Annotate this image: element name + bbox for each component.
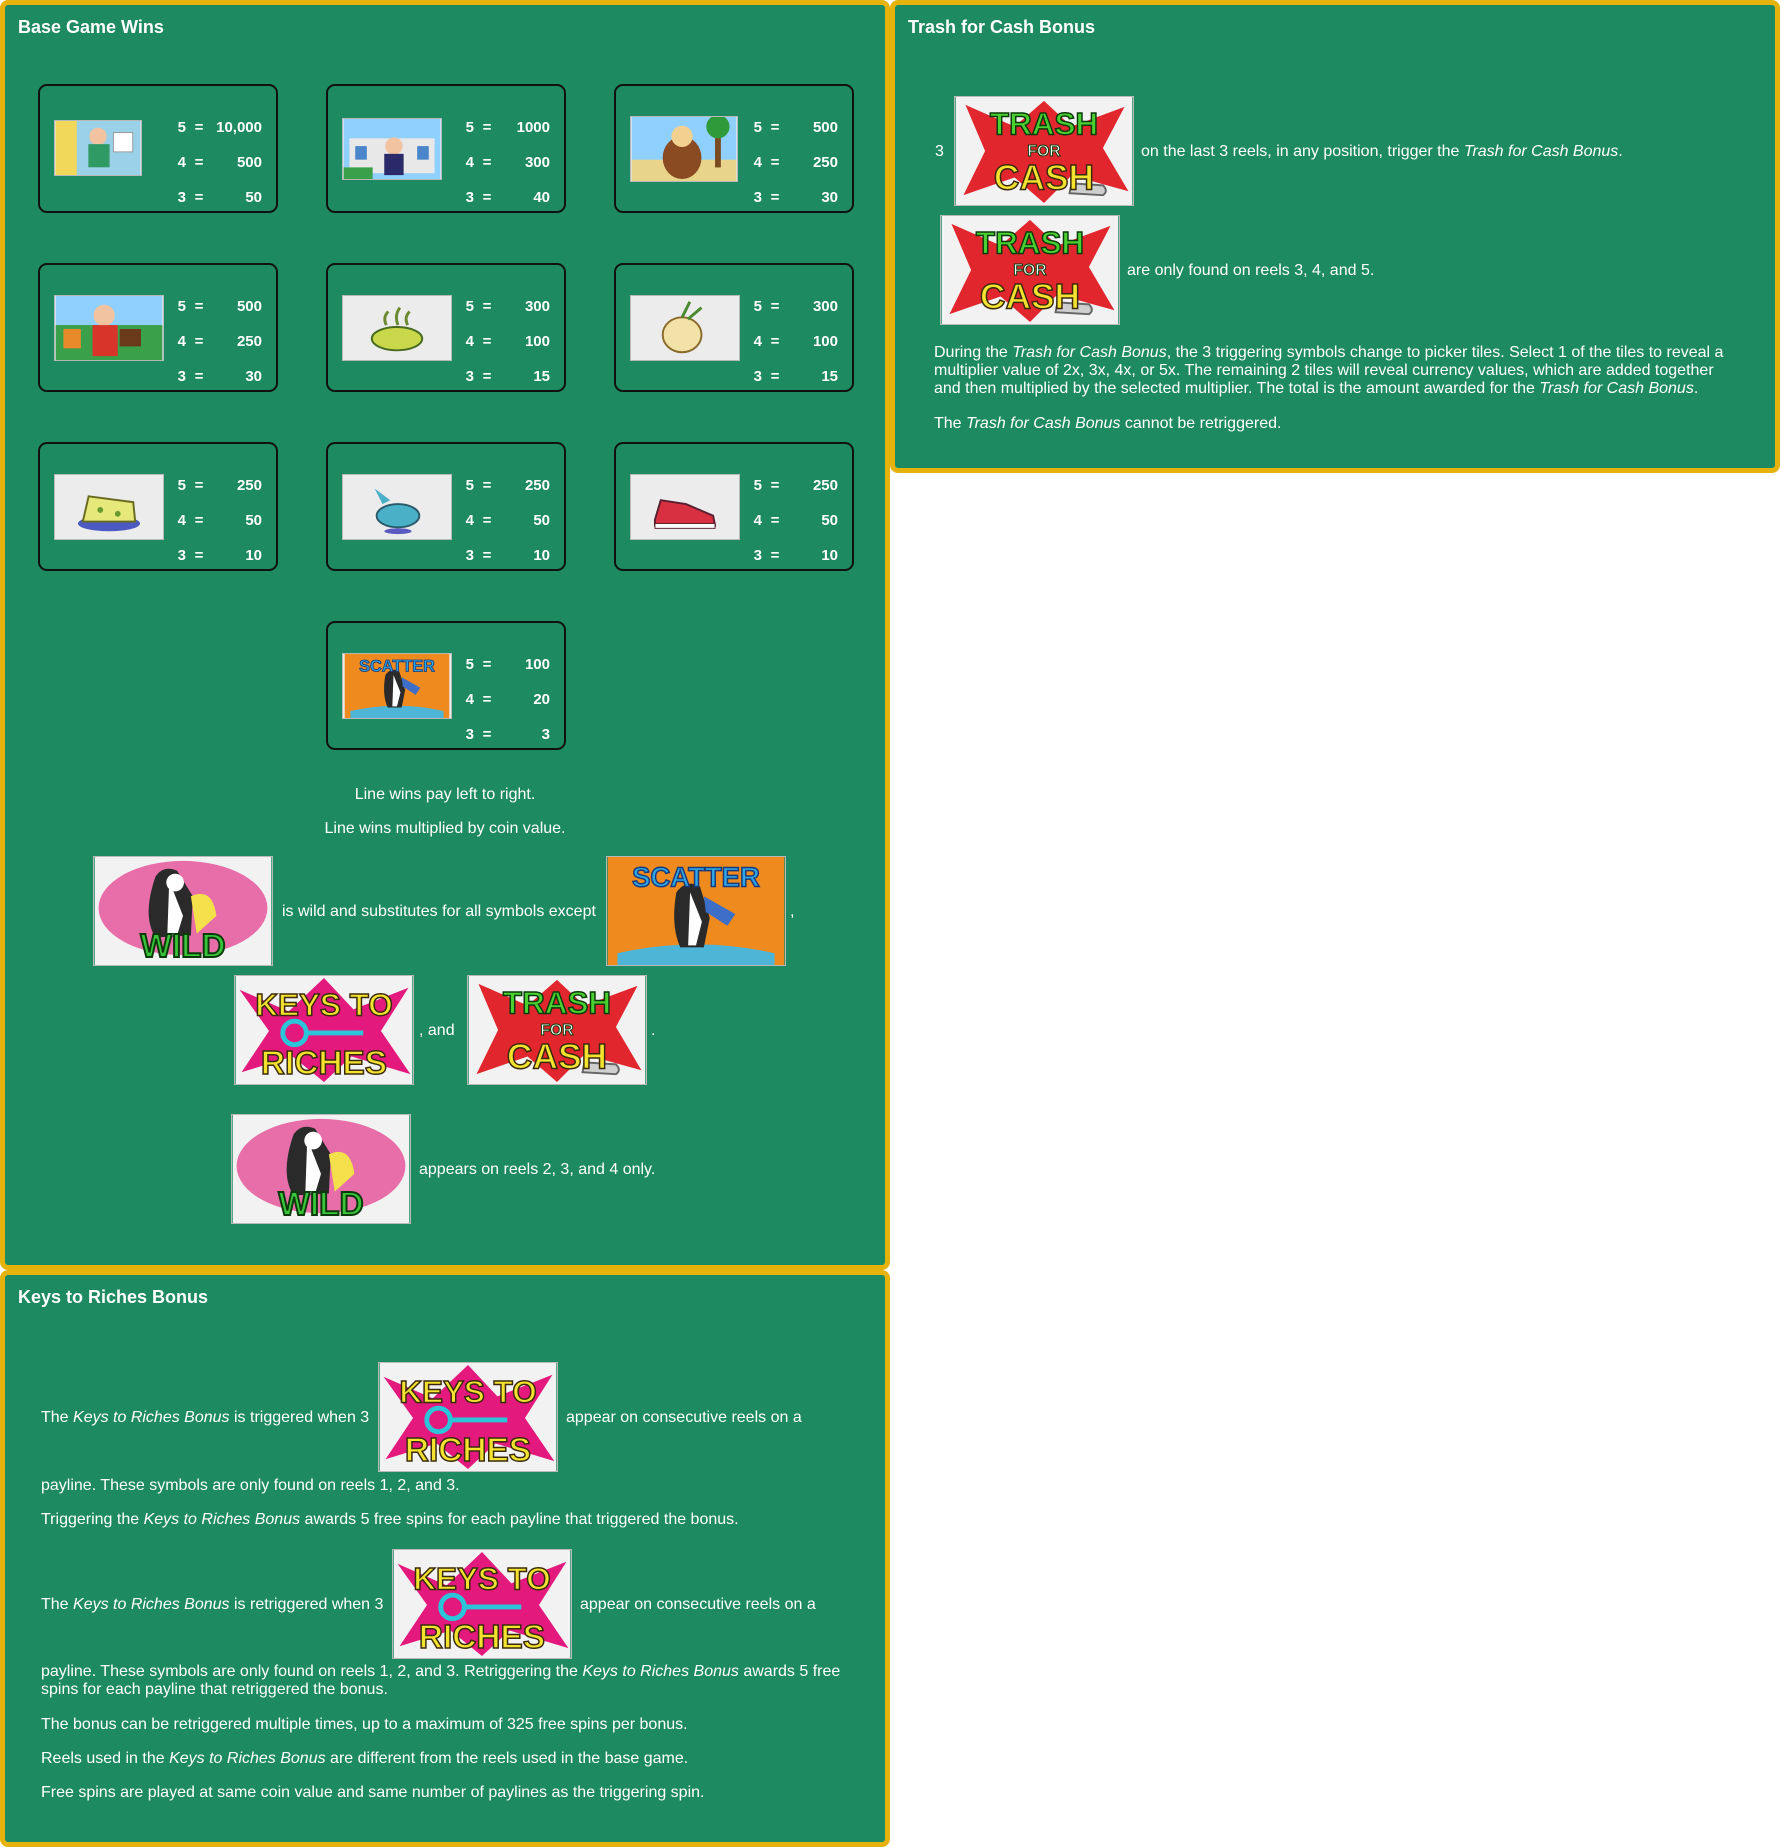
keys-to-riches-symbol-image: KEYS TO RICHES (378, 1362, 558, 1472)
salesman-icon (54, 295, 164, 361)
paytable-values: 5 = 250 4 = 50 3 = 10 (753, 477, 838, 564)
paytable-card: 5 = 250 4 = 50 3 = 10 (38, 442, 278, 571)
trash-for-cash-symbol-image: TRASH FOR CASH (940, 215, 1120, 325)
paytable-card: 5 = 300 4 = 100 3 = 15 (326, 263, 566, 392)
sneaker-icon (630, 474, 740, 540)
svg-text:CASH: CASH (507, 1037, 607, 1076)
trigger-text: on the last 3 reels, in any position, tr… (1141, 143, 1623, 160)
paytable-values: 5 = 10,000 4 = 500 3 = 50 (177, 119, 262, 206)
paytable-card: 5 = 10,000 4 = 500 3 = 50 (38, 84, 278, 213)
paytable-card: 5 = 250 4 = 50 3 = 10 (614, 442, 854, 571)
base-game-title: Base Game Wins (18, 17, 164, 37)
svg-text:RICHES: RICHES (419, 1619, 545, 1656)
trigger-text: The Keys to Riches Bonus is triggered wh… (41, 1409, 370, 1426)
during-bonus-text: During the Trash for Cash Bonus, the 3 t… (934, 344, 1724, 397)
wild-symbol-image: WILD (93, 856, 273, 966)
keys-to-riches-symbol-image: KEYS TO RICHES (392, 1549, 572, 1659)
paytable-values: 5 = 300 4 = 100 3 = 15 (753, 298, 838, 385)
no-retrigger-text: The Trash for Cash Bonus cannot be retri… (934, 415, 1282, 432)
retrigger-awards-text: payline. These symbols are only found on… (41, 1663, 841, 1698)
svg-text:TRASH: TRASH (990, 106, 1098, 141)
paytable-values: 5 = 500 4 = 250 3 = 30 (753, 119, 838, 206)
svg-text:WILD: WILD (278, 1186, 363, 1223)
keys-to-riches-panel: Keys to Riches Bonus The Keys to Riches … (0, 1270, 890, 1847)
svg-text:TRASH: TRASH (976, 225, 1084, 260)
paytable-card: 5 = 250 4 = 50 3 = 10 (326, 442, 566, 571)
reels-text: payline. These symbols are only found on… (41, 1477, 460, 1494)
retrigger-text-cont: appear on consecutive reels on a (580, 1596, 816, 1613)
rule-left-to-right: Line wins pay left to right. (354, 786, 536, 803)
paytable-values: 5 = 250 4 = 50 3 = 10 (177, 477, 262, 564)
keys-bonus-title: Keys to Riches Bonus (18, 1287, 209, 1307)
trash-bonus-title: Trash for Cash Bonus (908, 17, 1096, 37)
and-text: , and (419, 1022, 455, 1039)
svg-text:KEYS TO: KEYS TO (399, 1374, 536, 1409)
svg-text:KEYS TO: KEYS TO (413, 1561, 550, 1596)
rule-coin-value: Line wins multiplied by coin value. (324, 820, 566, 837)
svg-text:TRASH: TRASH (503, 985, 611, 1020)
beach-bear-icon (630, 116, 738, 182)
paytable-card: 5 = 300 4 = 100 3 = 15 (614, 263, 854, 392)
cheese-icon (54, 474, 164, 540)
wild-substitute-text: is wild and substitutes for all symbols … (282, 903, 596, 920)
svg-text:KEYS TO: KEYS TO (255, 987, 392, 1022)
scatter-skunk-icon: SCATTER (342, 653, 452, 719)
base-game-panel: Base Game Wins 5 = 10,000 4 = 500 3 = 50 5 = 100… (0, 0, 890, 1270)
svg-text:WILD: WILD (140, 928, 225, 965)
svg-text:CASH: CASH (994, 158, 1094, 197)
svg-text:RICHES: RICHES (261, 1045, 387, 1082)
paytable-card: 5 = 500 4 = 250 3 = 30 (38, 263, 278, 392)
paytable-card: SCATTER 5 = 100 4 = 20 3 = 3 (326, 621, 566, 750)
max-spins-text: The bonus can be retriggered multiple ti… (41, 1716, 688, 1733)
paytable-card: 5 = 1000 4 = 300 3 = 40 (326, 84, 566, 213)
period-text: . (651, 1022, 656, 1039)
grandma-icon (54, 120, 142, 176)
keys-to-riches-symbol-image: KEYS TO RICHES (234, 975, 414, 1085)
fish-icon (342, 474, 452, 540)
scatter-symbol-image: SCATTER (606, 856, 786, 966)
trigger-text-cont: appear on consecutive reels on a (566, 1409, 802, 1426)
svg-text:RICHES: RICHES (405, 1432, 531, 1469)
trigger-count: 3 (935, 143, 944, 160)
svg-text:CASH: CASH (980, 277, 1080, 316)
onion-icon (630, 295, 740, 361)
trash-for-cash-symbol-image: TRASH FOR CASH (467, 975, 647, 1085)
retrigger-text: The Keys to Riches Bonus is retriggered … (41, 1596, 384, 1613)
paytable-values: 5 = 300 4 = 100 3 = 15 (465, 298, 550, 385)
mansion-man-icon (342, 118, 442, 180)
paytable-values: 5 = 250 4 = 50 3 = 10 (465, 477, 550, 564)
trash-for-cash-panel: Trash for Cash Bonus 3 TRASH FOR CASH on… (890, 0, 1780, 473)
svg-text:SCATTER: SCATTER (359, 657, 435, 675)
trash-for-cash-symbol-image: TRASH FOR CASH (954, 96, 1134, 206)
reels-text: are only found on reels 3, 4, and 5. (1127, 262, 1375, 279)
paytable-card: 5 = 500 4 = 250 3 = 30 (614, 84, 854, 213)
soup-bowl-icon (342, 295, 452, 361)
coin-value-text: Free spins are played at same coin value… (41, 1784, 705, 1801)
wild-reels-text: appears on reels 2, 3, and 4 only. (419, 1161, 656, 1178)
wild-symbol-image: WILD (231, 1114, 411, 1224)
svg-text:SCATTER: SCATTER (632, 861, 760, 892)
free-spins-text: Triggering the Keys to Riches Bonus awar… (41, 1511, 739, 1528)
paytable-values: 5 = 500 4 = 250 3 = 30 (177, 298, 262, 385)
paytable-values: 5 = 100 4 = 20 3 = 3 (465, 656, 550, 743)
reels-different-text: Reels used in the Keys to Riches Bonus a… (41, 1750, 689, 1767)
paytable-values: 5 = 1000 4 = 300 3 = 40 (465, 119, 550, 206)
comma-text: , (790, 903, 795, 920)
